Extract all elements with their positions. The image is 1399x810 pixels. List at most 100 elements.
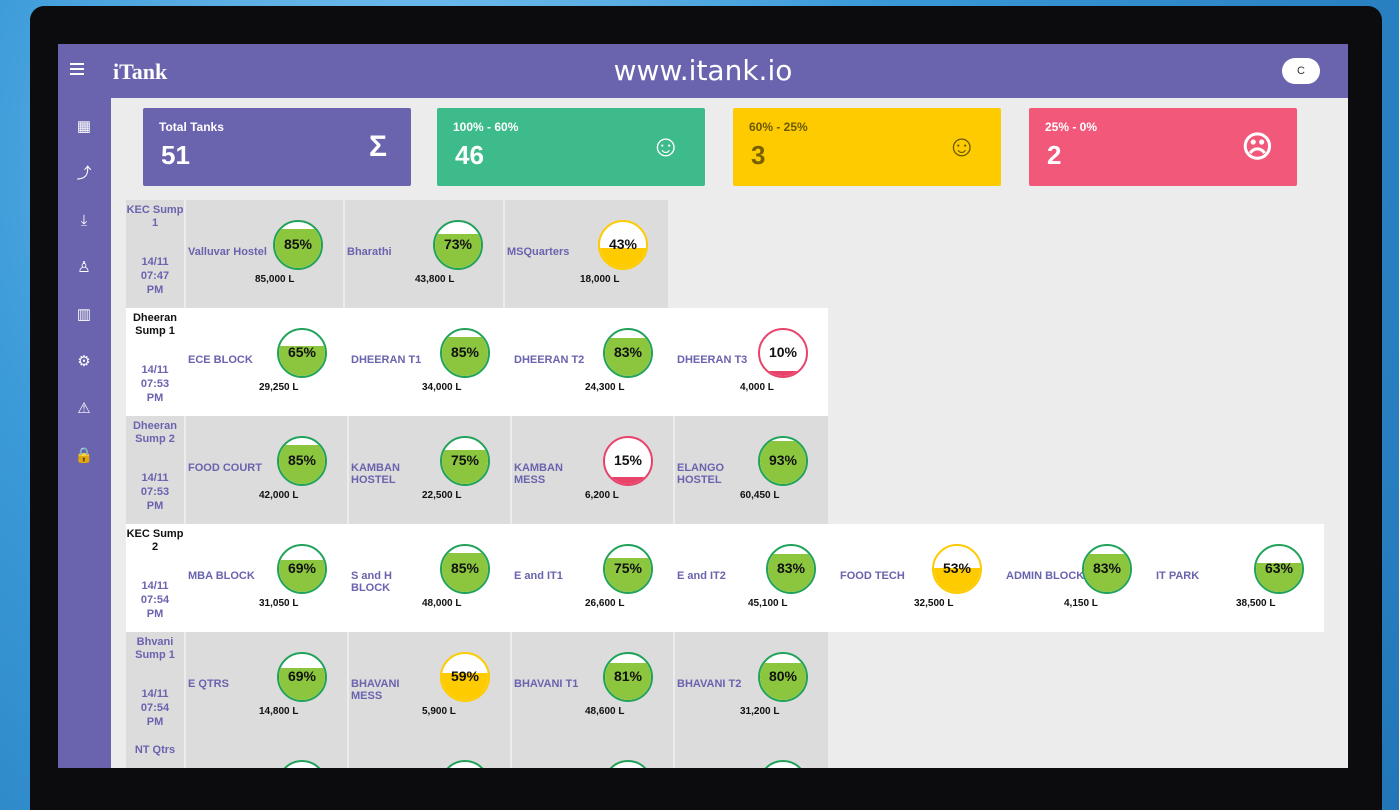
tank-percent: 69% — [287, 560, 317, 576]
tank-name: E and IT2 — [677, 570, 726, 582]
sigma-icon: Σ — [368, 130, 387, 163]
tank-level-gauge: 69% — [277, 652, 327, 702]
sidebar: ▦ ⤴ ⤓ ♙ ▥ ⚙ ⚠ 🔒 — [58, 98, 111, 768]
tank-volume: 4,000 L — [740, 382, 774, 393]
tank-cell[interactable]: ELANGO HOSTEL 93% 60,450 L — [675, 416, 828, 524]
total-tanks-label: Total Tanks — [159, 120, 224, 134]
sump-time: 07:54 — [140, 702, 170, 714]
mid-level-card[interactable]: 60% - 25% 3 ☺ — [733, 108, 1001, 186]
settings-icon[interactable]: ⚙ — [72, 351, 96, 373]
tank-level-gauge — [758, 760, 808, 768]
sump-row: KEC Sump 1 14/11 07:47 PM Valluvar Hostel 85%… — [126, 200, 668, 308]
low-level-value: 2 — [1047, 140, 1062, 170]
sump-info[interactable]: Bhvani Sump 1 14/11 07:54 PM — [126, 632, 184, 740]
sump-info[interactable]: Dheeran Sump 1 14/11 07:53 PM — [126, 308, 184, 416]
tank-cell[interactable]: BHAVANI T2 80% 31,200 L — [675, 632, 828, 740]
tank-cell[interactable] — [186, 740, 347, 768]
tank-name: DHEERAN T1 — [351, 354, 422, 366]
dashboard-icon[interactable]: ▦ — [72, 116, 96, 138]
tank-name: KAMBAN HOSTEL — [351, 462, 400, 486]
tank-cell[interactable] — [349, 740, 510, 768]
tank-volume: 29,250 L — [259, 382, 299, 393]
sump-name: KEC Sump 1 — [126, 204, 184, 229]
tank-name: DHEERAN T2 — [514, 354, 585, 366]
tank-cell[interactable]: ECE BLOCK 65% 29,250 L — [186, 308, 347, 416]
sump-date: 14/11 — [141, 580, 169, 592]
tank-cell[interactable]: E and IT1 75% 26,600 L — [512, 524, 673, 632]
sump-date: 14/11 — [141, 472, 169, 484]
tank-level-gauge: 83% — [1082, 544, 1132, 594]
user-icon[interactable]: ♙ — [72, 257, 96, 279]
tank-cell[interactable]: Valluvar Hostel 85% 85,000 L — [186, 200, 343, 308]
sump-timestamp: 14/11 07:53 PM — [126, 471, 184, 513]
tank-level-gauge: 59% — [440, 652, 490, 702]
sump-info[interactable]: Dheeran Sump 2 14/11 07:53 PM — [126, 416, 184, 524]
tank-volume: 48,600 L — [585, 706, 625, 717]
tank-cell[interactable]: DHEERAN T2 83% 24,300 L — [512, 308, 673, 416]
total-tanks-value: 51 — [161, 140, 190, 170]
tank-volume: 5,900 L — [422, 706, 456, 717]
tank-name: ELANGO HOSTEL — [677, 462, 725, 486]
high-level-card[interactable]: 100% - 60% 46 ☺ — [437, 108, 705, 186]
mid-level-value: 3 — [751, 140, 766, 170]
top-right-button[interactable]: C — [1282, 58, 1320, 84]
tank-level-gauge: 85% — [440, 544, 490, 594]
tank-name: Bharathi — [347, 246, 392, 258]
tank-percent: 73% — [443, 236, 473, 252]
tank-volume: 14,800 L — [259, 706, 299, 717]
tank-cell[interactable]: BHAVANI T1 81% 48,600 L — [512, 632, 673, 740]
tank-cell[interactable]: FOOD COURT 85% 42,000 L — [186, 416, 347, 524]
tank-cell[interactable]: BHAVANI MESS 59% 5,900 L — [349, 632, 510, 740]
tank-cell[interactable]: E and IT2 83% 45,100 L — [675, 524, 836, 632]
tank-cell[interactable]: MSQuarters 43% 18,000 L — [505, 200, 668, 308]
tank-cell[interactable]: IT PARK 63% 38,500 L — [1154, 524, 1324, 632]
tank-cell[interactable]: MBA BLOCK 69% 31,050 L — [186, 524, 347, 632]
alert-icon[interactable]: ⚠ — [72, 398, 96, 420]
tank-level-gauge: 80% — [758, 652, 808, 702]
tank-cell[interactable]: E QTRS 69% 14,800 L — [186, 632, 347, 740]
high-level-value: 46 — [455, 140, 484, 170]
trend-chart-icon[interactable]: ⤴ — [72, 163, 96, 185]
tank-name: FOOD COURT — [188, 462, 262, 474]
total-tanks-card[interactable]: Total Tanks 51 Σ — [143, 108, 411, 186]
tank-percent: 85% — [450, 560, 480, 576]
tank-level-gauge: 43% — [598, 220, 648, 270]
tank-level-gauge — [277, 760, 327, 768]
sump-info[interactable]: KEC Sump 1 14/11 07:47 PM — [126, 200, 184, 308]
tank-cell[interactable]: S and H BLOCK 85% 48,000 L — [349, 524, 510, 632]
tank-volume: 43,800 L — [415, 274, 455, 285]
tank-cell[interactable]: Bharathi 73% 43,800 L — [345, 200, 503, 308]
tank-cell[interactable]: KAMBAN HOSTEL 75% 22,500 L — [349, 416, 510, 524]
tank-cell[interactable] — [675, 740, 828, 768]
tank-name: IT PARK — [1156, 570, 1200, 582]
tank-name: BHAVANI T1 — [514, 678, 579, 690]
tank-level-gauge: 53% — [932, 544, 982, 594]
tank-percent: 85% — [287, 452, 317, 468]
tank-percent: 10% — [768, 344, 798, 360]
tank-volume: 85,000 L — [255, 274, 295, 285]
sump-info[interactable]: KEC Sump 2 14/11 07:54 PM — [126, 524, 184, 632]
tank-cell[interactable]: KAMBAN MESS 15% 6,200 L — [512, 416, 673, 524]
tank-level-gauge: 73% — [433, 220, 483, 270]
tank-volume: 24,300 L — [585, 382, 625, 393]
low-level-card[interactable]: 25% - 0% 2 ☹ — [1029, 108, 1297, 186]
download-icon[interactable]: ⤓ — [72, 210, 96, 232]
tank-cell[interactable]: FOOD TECH 53% 32,500 L — [838, 524, 1002, 632]
tank-cell[interactable] — [512, 740, 673, 768]
tank-percent: 75% — [613, 560, 643, 576]
tank-level-gauge: 15% — [603, 436, 653, 486]
tank-cell[interactable]: DHEERAN T1 85% 34,000 L — [349, 308, 510, 416]
tank-percent: 85% — [283, 236, 313, 252]
sump-info[interactable]: NT Qtrs — [126, 740, 184, 768]
tank-cell[interactable]: ADMIN BLOCK 83% 4,150 L — [1004, 524, 1152, 632]
sump-ampm: PM — [146, 608, 164, 620]
tank-name: BHAVANI T2 — [677, 678, 742, 690]
tank-name: ADMIN BLOCK — [1006, 570, 1085, 582]
tank-level-gauge: 83% — [766, 544, 816, 594]
tank-volume: 48,000 L — [422, 598, 462, 609]
tank-volume: 18,000 L — [580, 274, 620, 285]
tank-percent: 93% — [768, 452, 798, 468]
map-icon[interactable]: ▥ — [72, 304, 96, 326]
lock-icon[interactable]: 🔒 — [72, 445, 96, 467]
tank-cell[interactable]: DHEERAN T3 10% 4,000 L — [675, 308, 828, 416]
